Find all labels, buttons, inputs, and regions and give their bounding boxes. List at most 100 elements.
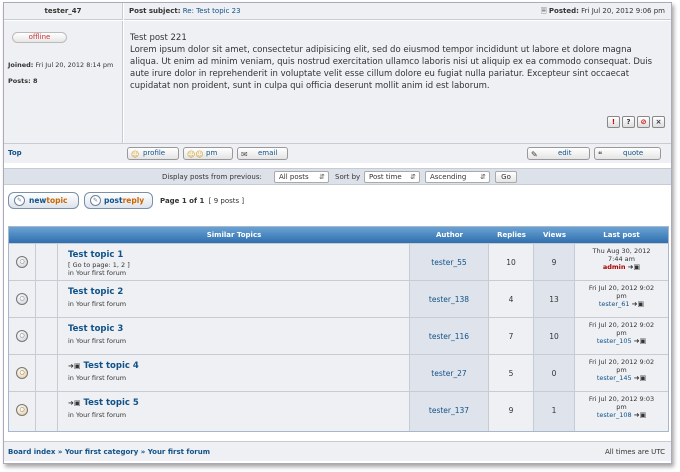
profile-button[interactable]: ☺ profile (127, 147, 179, 160)
quote-button[interactable]: ❝ quote (594, 147, 661, 160)
topic-title-cell: Test topic 2 in Your first forum (58, 281, 410, 317)
topic-replies: 5 (508, 369, 514, 378)
warn-icon[interactable]: ⊘ (637, 116, 650, 128)
view-latest-icon[interactable]: ➜▣ (634, 337, 646, 345)
new-post-icon[interactable]: ➜▣ (68, 399, 80, 407)
edit-button[interactable]: ✎ edit (527, 147, 590, 160)
topic-lastpost-cell: Fri Jul 20, 2012 9:03 pm tester_108 ➜▣ (575, 392, 668, 431)
display-label: Display posts from previous: (162, 173, 262, 181)
topic-forum[interactable]: in Your first forum (68, 300, 126, 308)
topic-title-cell: Test topic 1 [ Go to page: 1, 2 ] in You… (58, 244, 410, 280)
topic-views: 13 (549, 295, 559, 304)
topic-views: 1 (551, 406, 557, 415)
topic-title-link[interactable]: ➜▣ Test topic 4 (68, 361, 139, 371)
lastpost-author[interactable]: tester_108 (597, 411, 632, 419)
topic-title-cell: ➜▣ Test topic 5 in Your first forum (58, 392, 410, 431)
topic-title-link[interactable]: Test topic 3 (68, 324, 123, 334)
breadcrumb[interactable]: Board index » Your first category » Your… (8, 448, 210, 456)
users-icon: ☺☺ (187, 150, 204, 159)
lastpost-time: pm (616, 366, 627, 374)
posted-label: Posted: (548, 7, 579, 15)
post-reply-button[interactable]: ✎ postreply (84, 192, 153, 209)
days-select-value: All posts (279, 173, 309, 181)
topic-forum[interactable]: in Your first forum (68, 374, 126, 382)
sort-key-value: Post time (369, 173, 402, 181)
sort-key-select[interactable]: Post time ⇵ (364, 171, 420, 183)
lastpost-author[interactable]: tester_105 (597, 337, 632, 345)
go-button[interactable]: Go (495, 171, 517, 183)
topic-forum[interactable]: in Your first forum (68, 337, 126, 345)
topic-read-icon: ○ (16, 293, 28, 305)
subject-link[interactable]: Re: Test topic 23 (183, 7, 241, 15)
lastpost-time: 7:44 am (608, 255, 635, 263)
col-views-header: Views (542, 231, 567, 239)
topic-extra-cell (36, 355, 58, 391)
topic-author[interactable]: tester_116 (410, 332, 488, 341)
lastpost-author[interactable]: admin (603, 263, 626, 271)
posts-count: Posts: 8 (8, 77, 37, 85)
topic-title-text: Test topic 5 (83, 398, 139, 408)
topic-extra-cell (36, 392, 58, 431)
email-button[interactable]: ✉ email (237, 147, 288, 160)
topic-forum[interactable]: in Your first forum (68, 411, 126, 419)
topic-lastpost-cell: Thu Aug 30, 2012 7:44 am admin ➜▣ (575, 244, 668, 280)
display-options-bar: Display posts from previous: All posts ⇵ … (4, 168, 671, 185)
post-icon: 🗏 (541, 7, 547, 15)
topic-read-icon: ○ (16, 256, 28, 268)
col-lastpost-header: Last post (603, 231, 640, 239)
topic-views: 0 (551, 369, 557, 378)
sort-label: Sort by (335, 173, 361, 181)
topic-author[interactable]: tester_138 (410, 295, 488, 304)
topic-title-link[interactable]: Test topic 2 (68, 287, 123, 297)
topic-views-cell: 10 (534, 318, 575, 354)
select-arrow-icon: ⇵ (410, 173, 416, 181)
topic-title-text: Test topic 4 (83, 361, 139, 371)
topic-replies: 7 (508, 332, 514, 341)
topic-replies-cell: 5 (489, 355, 534, 391)
topic-row: ○ ➜▣ Test topic 5 in Your first forum te… (9, 391, 668, 431)
topic-icon-cell: ○ (9, 244, 36, 280)
topic-extra-cell (36, 318, 58, 354)
topic-author[interactable]: tester_137 (410, 406, 488, 415)
topic-title-cell: Test topic 3 in Your first forum (58, 318, 410, 354)
topic-title-link[interactable]: Test topic 1 (68, 250, 123, 260)
topic-lastpost-cell: Fri Jul 20, 2012 9:02 pm tester_61 ➜▣ (575, 281, 668, 317)
days-select[interactable]: All posts ⇵ (274, 171, 329, 183)
post-title: Test post 221 (130, 33, 187, 43)
lastpost-time: pm (616, 292, 627, 300)
view-latest-icon[interactable]: ➜▣ (634, 374, 646, 382)
new-topic-button[interactable]: ✎ newtopic (8, 192, 79, 209)
topic-replies: 4 (508, 295, 514, 304)
lastpost-date: Fri Jul 20, 2012 9:02 (588, 284, 655, 292)
new-topic-icon: ✎ (14, 195, 25, 206)
topic-author-cell: tester_116 (410, 318, 489, 354)
topic-author-cell: tester_27 (410, 355, 489, 391)
topic-author[interactable]: tester_55 (410, 258, 488, 267)
topic-title-link[interactable]: ➜▣ Test topic 5 (68, 398, 139, 408)
quote-label: quote (623, 149, 644, 157)
topic-replies-cell: 4 (489, 281, 534, 317)
topic-icon-cell: ○ (9, 281, 36, 317)
topic-author-cell: tester_138 (410, 281, 489, 317)
topic-icon-cell: ○ (9, 318, 36, 354)
topic-unread-icon: ○ (16, 367, 28, 379)
report-icon[interactable]: ! (607, 116, 620, 128)
topic-author[interactable]: tester_27 (410, 369, 488, 378)
topic-goto-pages[interactable]: [ Go to page: 1, 2 ] (68, 261, 130, 269)
post-author-name[interactable]: tester_47 (4, 3, 123, 20)
view-latest-icon[interactable]: ➜▣ (634, 411, 646, 419)
lastpost-author[interactable]: tester_61 (599, 300, 630, 308)
topic-icon-cell: ○ (9, 392, 36, 431)
lastpost-time: pm (616, 329, 627, 337)
top-link[interactable]: Top (8, 149, 22, 157)
lastpost-author[interactable]: tester_145 (597, 374, 632, 382)
view-latest-icon[interactable]: ➜▣ (628, 263, 640, 271)
new-post-icon[interactable]: ➜▣ (68, 362, 80, 370)
info-icon[interactable]: ? (622, 116, 635, 128)
topic-forum[interactable]: in Your first forum (68, 269, 126, 277)
view-latest-icon[interactable]: ➜▣ (632, 300, 644, 308)
delete-icon[interactable]: × (652, 116, 665, 128)
sort-order-select[interactable]: Ascending ⇵ (425, 171, 490, 183)
author-profile: offline Joined: Fri Jul 20, 2012 8:14 pm… (4, 21, 123, 143)
pm-button[interactable]: ☺☺ pm (183, 147, 233, 160)
